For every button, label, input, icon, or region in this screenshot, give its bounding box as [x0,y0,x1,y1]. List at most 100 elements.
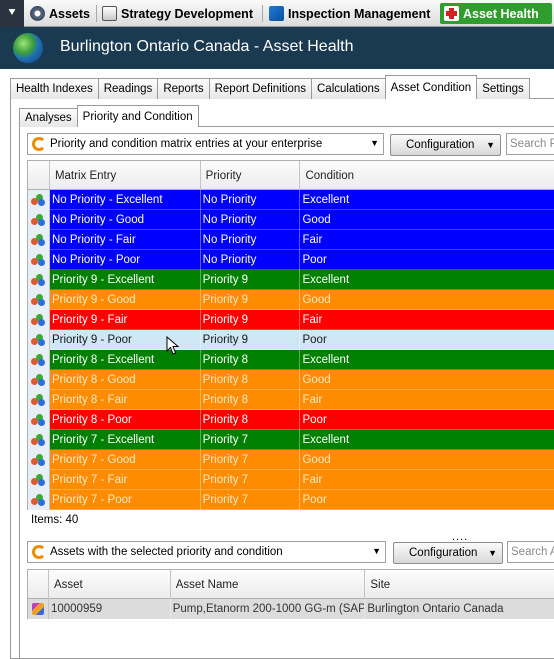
matrix-entry-cell: No Priority - Poor [50,250,201,270]
query-icon [32,545,46,559]
table-row[interactable]: Priority 9 - Good Priority 9 Good [28,290,554,310]
matrix-entry-icon [31,474,46,486]
condition-cell: Good [302,374,331,386]
row-icon-header [28,570,49,599]
matrix-entry-icon [31,434,46,446]
app-menu-button[interactable]: ⯆ [0,0,24,27]
matrix-grid: Matrix Entry Priority Condition No Prior… [27,160,554,510]
matrix-entry-cell: No Priority - Good [50,210,201,230]
globe-icon [13,33,43,63]
table-row[interactable]: Priority 9 - Fair Priority 9 Fair [28,310,554,330]
priority-cell: Priority 8 [201,370,301,390]
mouse-cursor-icon [166,336,180,355]
row-icon-cell [28,330,50,350]
table-row[interactable]: Priority 8 - Excellent Priority 8 Excellen… [28,350,554,370]
matrix-entry-icon [31,414,46,426]
items-count: Items: 40 [31,514,79,526]
configuration-label: Configuration [406,139,475,151]
condition-cell: Fair [302,234,323,246]
priority-cell: No Priority [201,210,301,230]
table-row[interactable]: Priority 9 - Poor Priority 9 Poor [28,330,554,350]
matrix-entry-icon [31,394,46,406]
row-icon-header [28,161,50,190]
chevron-down-icon: ▼ [486,140,495,150]
app-tab-strategy-development[interactable]: Strategy Development [102,3,253,24]
row-icon-cell [28,230,50,250]
column-header-matrix-entry[interactable]: Matrix Entry [50,161,201,190]
column-header-asset[interactable]: Asset [49,570,171,599]
tab-settings[interactable]: Settings [476,78,530,99]
priority-cell: Priority 7 [201,490,301,510]
assets-view-value: Assets with the selected priority and co… [50,546,283,558]
table-row[interactable]: Priority 7 - Fair Priority 7 Fair [28,470,554,490]
row-icon-cell [28,410,50,430]
condition-cell: Excellent [302,354,350,366]
condition-cell: Good [302,294,331,306]
row-icon-cell [28,310,50,330]
table-row[interactable]: Priority 7 - Good Priority 7 Good [28,450,554,470]
matrix-entry-cell: Priority 7 - Excellent [50,430,201,450]
matrix-entry-cell: Priority 8 - Fair [50,390,201,410]
asset-id-cell: 10000959 [49,599,171,619]
table-row[interactable]: 10000959 Pump,Etanorm 200-1000 GG-m (SAP… [28,599,554,619]
chevron-down-icon: ▼ [488,548,497,558]
table-row[interactable]: Priority 7 - Poor Priority 7 Poor [28,490,554,510]
table-row[interactable]: No Priority - Good No Priority Good [28,210,554,230]
app-tab-asset-health[interactable]: Asset Health [440,3,552,24]
matrix-entry-cell: Priority 9 - Excellent [50,270,201,290]
table-row[interactable]: No Priority - Fair No Priority Fair [28,230,554,250]
assets-view-select[interactable]: Assets with the selected priority and co… [27,541,386,563]
matrix-search-input[interactable]: Search Pr [506,133,554,155]
priority-cell: Priority 8 [201,410,301,430]
priority-cell: No Priority [201,250,301,270]
tab-asset-condition[interactable]: Asset Condition [384,75,478,99]
inspection-icon [269,6,284,21]
search-placeholder: Search A [511,546,554,558]
priority-cell: No Priority [201,230,301,250]
tab-readings[interactable]: Readings [97,78,159,99]
table-row[interactable]: Priority 8 - Fair Priority 8 Fair [28,390,554,410]
condition-cell: Poor [302,414,327,426]
asset-name-cell: Pump,Etanorm 200-1000 GG-m (SAP) [171,599,366,619]
priority-cell: Priority 7 [201,450,301,470]
column-header-priority[interactable]: Priority [201,161,301,190]
matrix-entry-icon [31,354,46,366]
table-row[interactable]: Priority 8 - Good Priority 8 Good [28,370,554,390]
tab-analyses[interactable]: Analyses [19,108,78,127]
tab-health-indexes[interactable]: Health Indexes [10,78,99,99]
query-icon [32,137,46,151]
column-header-site[interactable]: Site [365,570,554,599]
matrix-entry-cell: Priority 7 - Good [50,450,201,470]
matrix-configuration-button[interactable]: Configuration ▼ [390,134,501,156]
table-row[interactable]: Priority 9 - Excellent Priority 9 Excellen… [28,270,554,290]
column-header-asset-name[interactable]: Asset Name [171,570,366,599]
matrix-entry-icon [31,194,46,206]
assets-grid-header: Asset Asset Name Site [28,570,554,599]
row-icon-cell [28,290,50,310]
matrix-entry-cell: Priority 9 - Good [50,290,201,310]
tab-reports[interactable]: Reports [157,78,210,99]
table-row[interactable]: No Priority - Excellent No Priority Excell… [28,190,554,210]
chevron-down-icon: ▼ [372,546,381,556]
matrix-entry-cell: No Priority - Fair [50,230,201,250]
table-row[interactable]: No Priority - Poor No Priority Poor [28,250,554,270]
app-tab-inspection-management[interactable]: Inspection Management [269,3,430,24]
tab-report-definitions[interactable]: Report Definitions [208,78,312,99]
table-row[interactable]: Priority 7 - Excellent Priority 7 Excellen… [28,430,554,450]
tab-calculations[interactable]: Calculations [311,78,386,99]
assets-configuration-button[interactable]: Configuration ▼ [393,542,503,564]
column-header-condition[interactable]: Condition [300,161,554,190]
condition-cell: Poor [302,254,327,266]
matrix-view-select[interactable]: Priority and condition matrix entries at… [27,133,384,155]
condition-cell: Good [302,454,331,466]
table-row[interactable]: Priority 8 - Poor Priority 8 Poor [28,410,554,430]
asset-row-icon-cell [28,599,49,619]
condition-cell: Excellent [302,194,350,206]
assets-search-input[interactable]: Search A [507,541,554,563]
matrix-entry-icon [31,374,46,386]
app-tab-assets[interactable]: Assets [30,3,90,24]
tab-priority-and-condition[interactable]: Priority and Condition [76,105,199,127]
condition-cell: Excellent [302,434,350,446]
priority-cell: Priority 7 [201,430,301,450]
app-tab-label: Assets [49,6,90,21]
